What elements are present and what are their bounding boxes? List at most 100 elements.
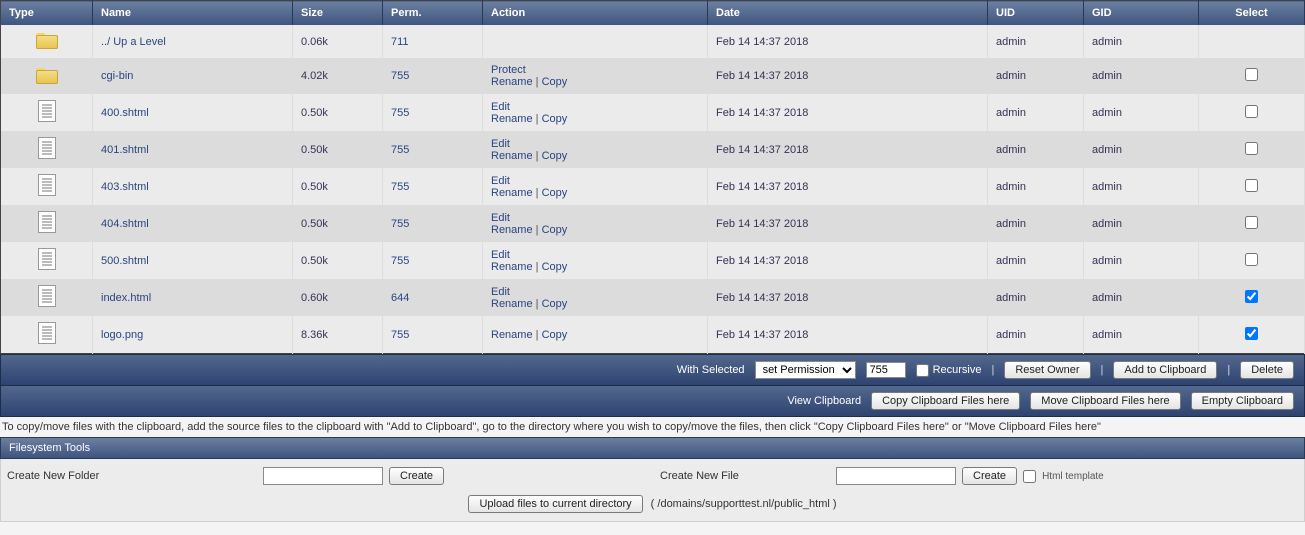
actions-cell: EditRename | Copy <box>483 205 708 242</box>
create-file-input[interactable] <box>836 467 956 485</box>
action-edit[interactable]: Edit <box>491 101 510 113</box>
action-edit[interactable]: Edit <box>491 286 510 298</box>
actions-cell <box>483 25 708 58</box>
empty-clipboard-button[interactable]: Empty Clipboard <box>1191 392 1294 410</box>
divider: | <box>991 364 994 376</box>
header-uid[interactable]: UID <box>988 1 1084 26</box>
header-perm[interactable]: Perm. <box>383 1 483 26</box>
select-checkbox[interactable] <box>1245 179 1258 192</box>
action-rename[interactable]: Rename <box>491 187 533 199</box>
action-copy[interactable]: Copy <box>542 261 568 273</box>
table-row: 403.shtml0.50k755EditRename | CopyFeb 14… <box>1 168 1305 205</box>
file-name-link[interactable]: 500.shtml <box>101 255 149 267</box>
permission-input[interactable] <box>866 362 906 378</box>
file-name-link[interactable]: cgi-bin <box>101 70 133 82</box>
select-checkbox[interactable] <box>1245 216 1258 229</box>
html-template-checkbox[interactable] <box>1023 470 1036 483</box>
select-checkbox[interactable] <box>1245 327 1258 340</box>
action-copy[interactable]: Copy <box>542 150 568 162</box>
file-name-link[interactable]: 401.shtml <box>101 144 149 156</box>
header-name[interactable]: Name <box>93 1 293 26</box>
file-name-link[interactable]: 404.shtml <box>101 218 149 230</box>
action-copy[interactable]: Copy <box>542 76 568 88</box>
action-copy[interactable]: Copy <box>542 298 568 310</box>
select-checkbox[interactable] <box>1245 68 1258 81</box>
file-name-link[interactable]: 400.shtml <box>101 107 149 119</box>
permission-link[interactable]: 711 <box>391 36 409 48</box>
upload-files-button[interactable]: Upload files to current directory <box>468 495 642 513</box>
move-clipboard-here-button[interactable]: Move Clipboard Files here <box>1030 392 1180 410</box>
action-copy[interactable]: Copy <box>542 224 568 236</box>
action-copy[interactable]: Copy <box>542 187 568 199</box>
action-select[interactable]: set Permission <box>755 361 856 379</box>
reset-owner-button[interactable]: Reset Owner <box>1004 361 1090 379</box>
file-uid: admin <box>988 279 1084 316</box>
action-rename[interactable]: Rename <box>491 261 533 273</box>
action-protect[interactable]: Protect <box>491 64 526 76</box>
file-gid: admin <box>1084 205 1199 242</box>
file-icon <box>38 322 56 344</box>
file-name-link[interactable]: ../ Up a Level <box>101 36 166 48</box>
create-folder-button[interactable]: Create <box>389 467 444 485</box>
action-rename[interactable]: Rename <box>491 150 533 162</box>
separator: | <box>533 298 542 310</box>
clipboard-help-text: To copy/move files with the clipboard, a… <box>0 417 1305 437</box>
file-icon <box>38 137 56 159</box>
header-type[interactable]: Type <box>1 1 93 26</box>
create-file-button[interactable]: Create <box>962 467 1017 485</box>
file-date: Feb 14 14:37 2018 <box>708 316 988 354</box>
header-size[interactable]: Size <box>293 1 383 26</box>
add-to-clipboard-button[interactable]: Add to Clipboard <box>1113 361 1217 379</box>
action-edit[interactable]: Edit <box>491 175 510 187</box>
file-size: 0.50k <box>293 205 383 242</box>
actions-cell: EditRename | Copy <box>483 242 708 279</box>
permission-link[interactable]: 755 <box>391 329 409 341</box>
filesystem-tools: Create New Folder Create Create New File… <box>0 459 1305 522</box>
table-row: logo.png8.36k755Rename | CopyFeb 14 14:3… <box>1 316 1305 354</box>
permission-link[interactable]: 755 <box>391 255 409 267</box>
action-rename[interactable]: Rename <box>491 329 533 341</box>
file-name-link[interactable]: logo.png <box>101 329 143 341</box>
file-name-link[interactable]: 403.shtml <box>101 181 149 193</box>
permission-link[interactable]: 644 <box>391 292 409 304</box>
actions-cell: EditRename | Copy <box>483 94 708 131</box>
action-edit[interactable]: Edit <box>491 212 510 224</box>
copy-clipboard-here-button[interactable]: Copy Clipboard Files here <box>871 392 1020 410</box>
action-edit[interactable]: Edit <box>491 249 510 261</box>
actions-cell: ProtectRename | Copy <box>483 58 708 94</box>
file-date: Feb 14 14:37 2018 <box>708 25 988 58</box>
separator: | <box>533 261 542 273</box>
action-copy[interactable]: Copy <box>542 329 568 341</box>
select-checkbox[interactable] <box>1245 253 1258 266</box>
action-edit[interactable]: Edit <box>491 138 510 150</box>
select-checkbox[interactable] <box>1245 290 1258 303</box>
action-rename[interactable]: Rename <box>491 76 533 88</box>
table-row: 400.shtml0.50k755EditRename | CopyFeb 14… <box>1 94 1305 131</box>
permission-link[interactable]: 755 <box>391 70 409 82</box>
html-template-label: Html template <box>1042 471 1104 482</box>
permission-link[interactable]: 755 <box>391 144 409 156</box>
permission-link[interactable]: 755 <box>391 181 409 193</box>
file-name-link[interactable]: index.html <box>101 292 151 304</box>
action-rename[interactable]: Rename <box>491 113 533 125</box>
action-copy[interactable]: Copy <box>542 113 568 125</box>
divider: | <box>1101 364 1104 376</box>
file-gid: admin <box>1084 168 1199 205</box>
select-checkbox[interactable] <box>1245 142 1258 155</box>
separator: | <box>533 187 542 199</box>
action-rename[interactable]: Rename <box>491 224 533 236</box>
permission-link[interactable]: 755 <box>391 107 409 119</box>
header-date[interactable]: Date <box>708 1 988 26</box>
permission-link[interactable]: 755 <box>391 218 409 230</box>
create-folder-input[interactable] <box>263 467 383 485</box>
header-gid[interactable]: GID <box>1084 1 1199 26</box>
header-select[interactable]: Select <box>1199 1 1305 26</box>
file-size: 0.50k <box>293 242 383 279</box>
view-clipboard-link[interactable]: View Clipboard <box>787 395 861 407</box>
header-action[interactable]: Action <box>483 1 708 26</box>
file-date: Feb 14 14:37 2018 <box>708 94 988 131</box>
delete-button[interactable]: Delete <box>1240 361 1294 379</box>
recursive-checkbox[interactable] <box>916 364 929 377</box>
select-checkbox[interactable] <box>1245 105 1258 118</box>
action-rename[interactable]: Rename <box>491 298 533 310</box>
